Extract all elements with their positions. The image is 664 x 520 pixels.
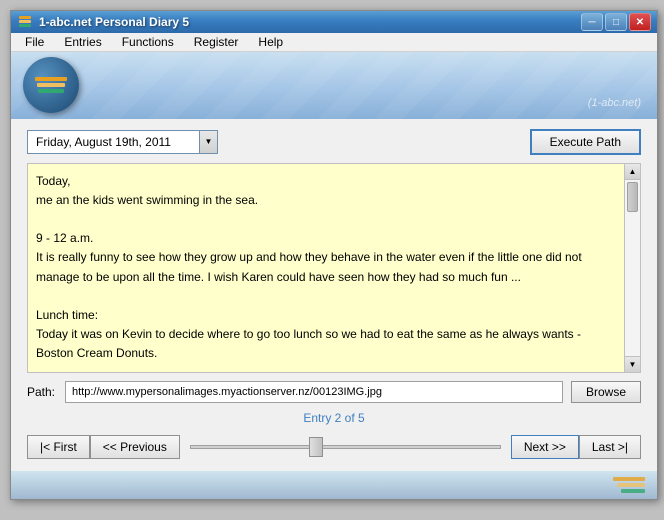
menu-register[interactable]: Register — [184, 33, 249, 51]
previous-button[interactable]: << Previous — [90, 435, 180, 459]
scroll-down-arrow[interactable]: ▼ — [625, 356, 640, 372]
scroll-thumb[interactable] — [627, 182, 638, 212]
diary-line-4: 9 - 12 a.m. — [36, 229, 616, 248]
footer-book-3 — [621, 489, 645, 493]
menu-help[interactable]: Help — [248, 33, 293, 51]
scroll-up-arrow[interactable]: ▲ — [625, 164, 640, 180]
footer-book-2 — [617, 483, 645, 487]
diary-line-7: Lunch time: — [36, 306, 616, 325]
menu-entries[interactable]: Entries — [54, 33, 111, 51]
logo-book-3 — [38, 89, 64, 93]
execute-path-button[interactable]: Execute Path — [530, 129, 641, 155]
path-label: Path: — [27, 385, 57, 399]
title-bar: 1-abc.net Personal Diary 5 ─ □ ✕ — [11, 11, 657, 33]
maximize-button[interactable]: □ — [605, 13, 627, 31]
diary-container: Today, me an the kids went swimming in t… — [27, 163, 641, 373]
title-buttons: ─ □ ✕ — [581, 13, 651, 31]
diary-line-3 — [36, 210, 616, 229]
date-row: ▼ Execute Path — [27, 129, 641, 155]
nav-row: |< First << Previous Next >> Last >| — [27, 433, 641, 461]
header-brand: (1-abc.net) — [588, 97, 641, 109]
window-title: 1-abc.net Personal Diary 5 — [39, 15, 189, 29]
scroll-track: ▲ ▼ — [624, 164, 640, 372]
entry-counter: Entry 2 of 5 — [27, 411, 641, 425]
footer-area — [11, 471, 657, 499]
close-button[interactable]: ✕ — [629, 13, 651, 31]
footer-logo — [613, 477, 645, 493]
logo-book-1 — [35, 77, 67, 81]
browse-button[interactable]: Browse — [571, 381, 641, 403]
main-content: ▼ Execute Path Today, me an the kids wen… — [11, 119, 657, 471]
diary-line-6 — [36, 287, 616, 306]
diary-line-1: Today, — [36, 172, 616, 191]
nav-slider[interactable] — [190, 445, 501, 449]
diary-line-5: It is really funny to see how they grow … — [36, 248, 616, 286]
minimize-button[interactable]: ─ — [581, 13, 603, 31]
next-button[interactable]: Next >> — [511, 435, 579, 459]
title-icon — [17, 14, 33, 30]
title-bar-left: 1-abc.net Personal Diary 5 — [17, 14, 189, 30]
diary-text-area[interactable]: Today, me an the kids went swimming in t… — [28, 164, 640, 372]
menu-functions[interactable]: Functions — [112, 33, 184, 51]
footer-book-1 — [613, 477, 645, 481]
logo-book-2 — [37, 83, 65, 87]
menu-file[interactable]: File — [15, 33, 54, 51]
date-input[interactable] — [27, 130, 200, 154]
date-selector: ▼ — [27, 130, 218, 154]
date-dropdown-button[interactable]: ▼ — [200, 130, 218, 154]
diary-line-2: me an the kids went swimming in the sea. — [36, 191, 616, 210]
nav-slider-area — [180, 445, 511, 449]
menu-bar: File Entries Functions Register Help — [11, 33, 657, 52]
logo — [23, 57, 79, 113]
path-input[interactable] — [65, 381, 563, 403]
path-row: Path: Browse — [27, 381, 641, 403]
logo-stack — [35, 77, 67, 93]
first-button[interactable]: |< First — [27, 435, 90, 459]
diary-line-8: Today it was on Kevin to decide where to… — [36, 325, 616, 363]
main-window: 1-abc.net Personal Diary 5 ─ □ ✕ File En… — [10, 10, 658, 500]
last-button[interactable]: Last >| — [579, 435, 641, 459]
header-area: (1-abc.net) — [11, 52, 657, 119]
